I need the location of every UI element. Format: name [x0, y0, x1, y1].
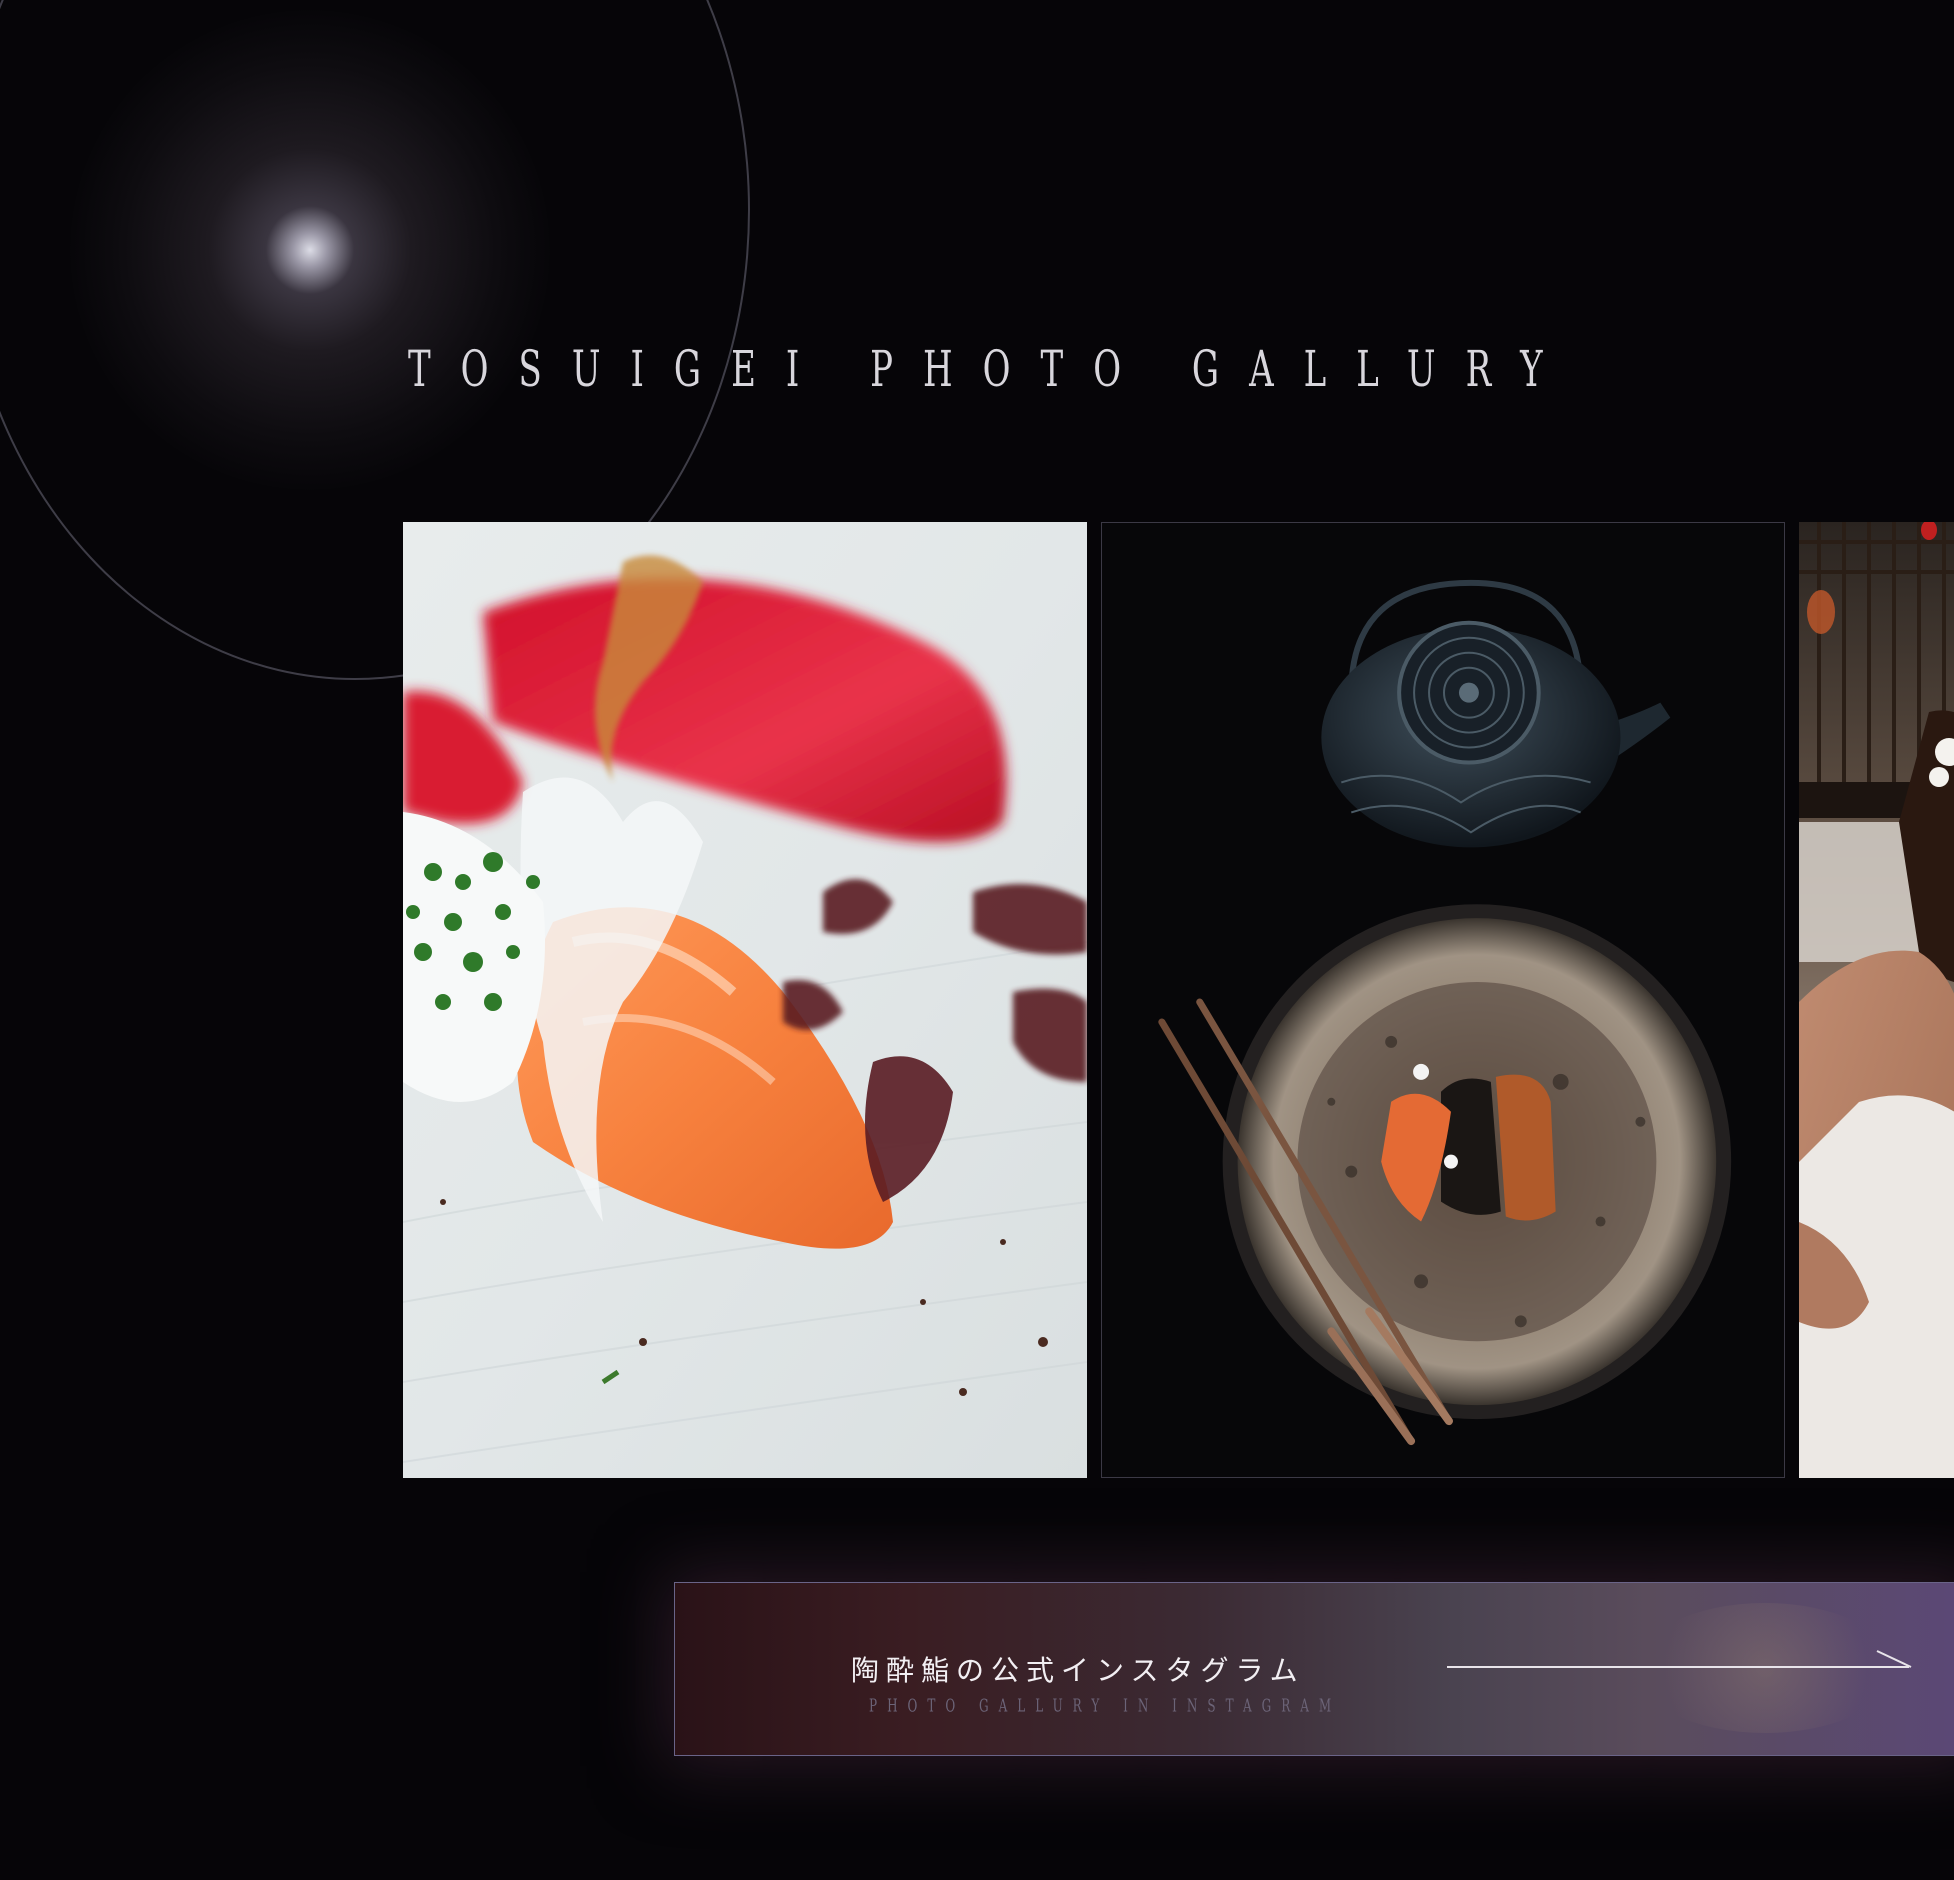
- woman-image: [1799, 522, 1954, 1478]
- instagram-sub-label: PHOTO GALLURY IN INSTAGRAM: [869, 1695, 1342, 1716]
- instagram-link-banner[interactable]: 陶酔鮨の公式インスタグラム PHOTO GALLURY IN INSTAGRAM: [674, 1582, 1954, 1756]
- sushi-image: [403, 522, 1087, 1478]
- gallery-photo-woman[interactable]: [1799, 522, 1954, 1478]
- arrow-right-icon: [1447, 1650, 1912, 1668]
- instagram-label: 陶酔鮨の公式インスタグラム: [851, 1654, 1305, 1687]
- gallery-photo-teapot[interactable]: [1101, 522, 1785, 1478]
- page: TOSUIGEI PHOTO GALLURY 陶酔鮨の公式インスタグラム PHO…: [0, 0, 1954, 1880]
- page-title: TOSUIGEI PHOTO GALLURY: [408, 340, 1573, 399]
- teapot-image: [1102, 523, 1784, 1477]
- photo-gallery: [403, 522, 1954, 1478]
- gallery-photo-sushi[interactable]: [403, 522, 1087, 1478]
